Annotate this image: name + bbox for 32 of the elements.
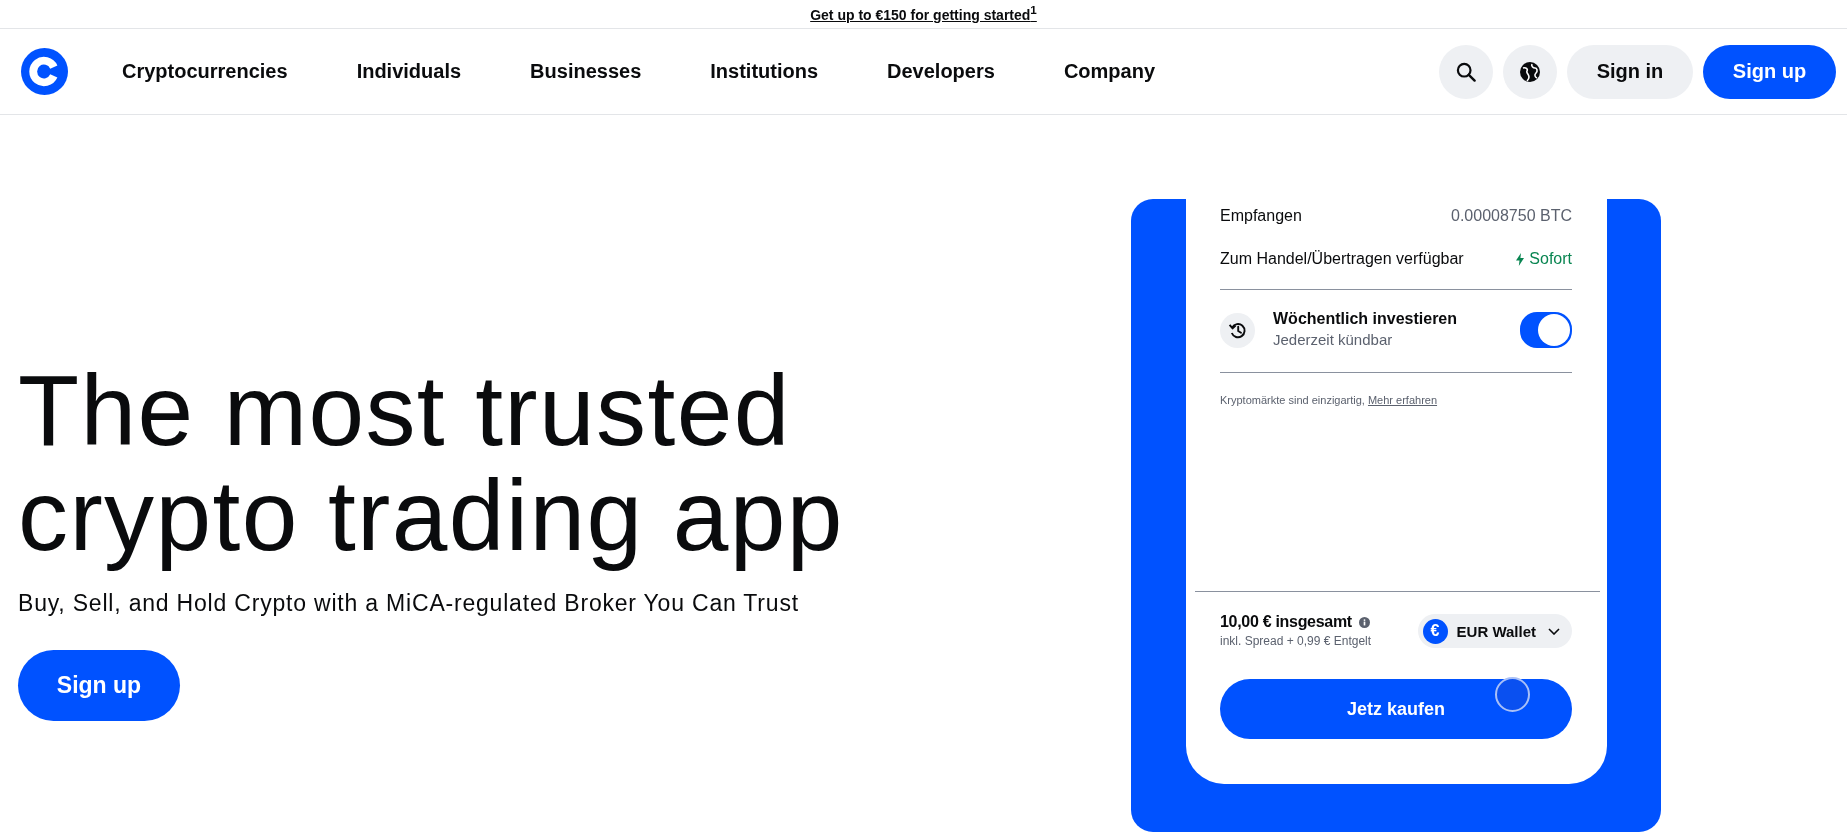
info-icon[interactable] <box>1358 616 1370 628</box>
euro-icon: € <box>1422 618 1448 644</box>
globe-icon <box>1520 61 1540 82</box>
nav-link[interactable]: Individuals <box>356 60 462 83</box>
total-amount: 10,00 € insgesamt <box>1220 612 1352 632</box>
fee-note: inkl. Spread + 0,99 € Entgelt <box>1220 633 1372 650</box>
nav-link[interactable]: Developers <box>887 60 995 83</box>
nav-link[interactable]: Cryptocurrencies <box>122 60 288 83</box>
chevron-down-icon <box>1548 627 1560 635</box>
lightning-bolt-icon <box>1516 252 1525 266</box>
nav-link[interactable]: Institutions <box>710 60 819 83</box>
availability-value: Sofort <box>1529 250 1572 268</box>
row-label: Empfangen <box>1220 207 1302 225</box>
sign-up-button[interactable]: Sign up <box>1703 44 1836 99</box>
wallet-selector[interactable]: € EUR Wallet <box>1417 614 1572 648</box>
nav-link[interactable]: Company <box>1063 60 1155 83</box>
nav-link[interactable]: Businesses <box>530 60 642 83</box>
amount-value: 0.00008750 BTC <box>1451 207 1572 225</box>
row-label: Zum Handel/Übertragen verfügbar <box>1220 250 1464 268</box>
recurring-title: Wöchentlich investieren <box>1273 309 1458 329</box>
hero-subtitle: Buy, Sell, and Hold Crypto with a MiCA-regulated Broker You Can Trust <box>18 589 800 618</box>
buy-now-button[interactable]: Jetz kaufen <box>1220 679 1572 739</box>
sign-up-button[interactable]: Sign up <box>18 650 180 721</box>
search-icon <box>1456 61 1476 82</box>
history-clock-icon <box>1220 312 1255 348</box>
toggle-switch[interactable] <box>1520 312 1572 348</box>
sign-in-button[interactable]: Sign in <box>1567 44 1693 99</box>
promo-link[interactable]: Get up to €150 for getting started$^{1}$ <box>810 0 1037 23</box>
disclaimer-text: Kryptomärkte sind einzigartig, Mehr erfahren <box>1220 393 1439 407</box>
logo-icon[interactable] <box>21 48 68 95</box>
recurring-subtitle: Jederzeit kündbar <box>1273 330 1394 350</box>
learn-more-link[interactable]: Mehr erfahren <box>1367 394 1438 406</box>
